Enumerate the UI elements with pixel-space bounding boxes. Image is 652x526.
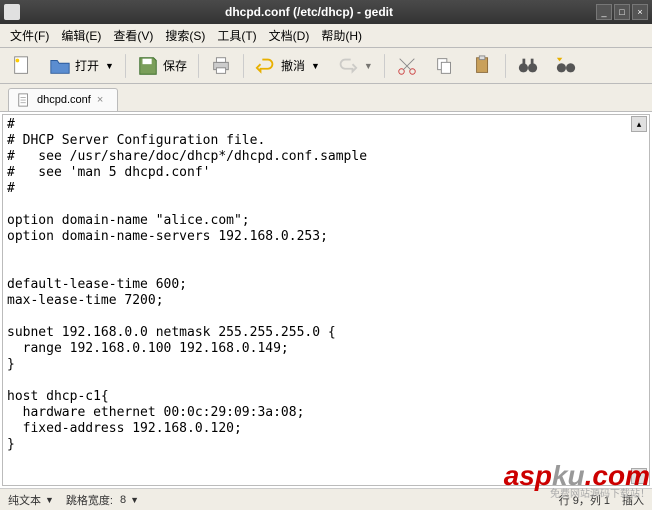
folder-open-icon bbox=[49, 55, 71, 77]
close-button[interactable]: × bbox=[632, 4, 648, 20]
menubar: 文件(F) 编辑(E) 查看(V) 搜索(S) 工具(T) 文档(D) 帮助(H… bbox=[0, 24, 652, 48]
find-replace-button[interactable] bbox=[548, 50, 584, 82]
document-icon bbox=[17, 93, 31, 107]
open-button[interactable]: 打开 ▼ bbox=[42, 50, 121, 82]
redo-icon bbox=[336, 55, 358, 77]
save-button[interactable]: 保存 bbox=[130, 50, 194, 82]
undo-icon bbox=[255, 55, 277, 77]
chevron-down-icon: ▼ bbox=[105, 61, 114, 71]
new-file-icon bbox=[11, 55, 33, 77]
cut-button[interactable] bbox=[389, 50, 425, 82]
printer-icon bbox=[210, 55, 232, 77]
separator bbox=[125, 54, 126, 78]
menu-tools[interactable]: 工具(T) bbox=[211, 25, 262, 46]
tabbar: dhcpd.conf × bbox=[0, 84, 652, 112]
chevron-down-icon: ▼ bbox=[45, 495, 54, 505]
menu-view[interactable]: 查看(V) bbox=[107, 25, 159, 46]
tab-close-icon[interactable]: × bbox=[97, 94, 109, 106]
window-titlebar: dhcpd.conf (/etc/dhcp) - gedit _ □ × bbox=[0, 0, 652, 24]
minimize-button[interactable]: _ bbox=[596, 4, 612, 20]
find-replace-icon bbox=[555, 55, 577, 77]
insert-mode: 插入 bbox=[622, 492, 644, 508]
save-label: 保存 bbox=[163, 57, 187, 74]
text-editor[interactable]: # # DHCP Server Configuration file. # se… bbox=[2, 114, 650, 486]
open-label: 打开 bbox=[75, 57, 99, 74]
separator bbox=[384, 54, 385, 78]
menu-documents[interactable]: 文档(D) bbox=[263, 25, 316, 46]
find-button[interactable] bbox=[510, 50, 546, 82]
copy-button[interactable] bbox=[427, 50, 463, 82]
chevron-down-icon: ▼ bbox=[130, 495, 139, 505]
menu-file[interactable]: 文件(F) bbox=[4, 25, 55, 46]
scroll-down-button[interactable]: ▾ bbox=[631, 468, 647, 484]
paste-icon bbox=[472, 55, 494, 77]
maximize-button[interactable]: □ bbox=[614, 4, 630, 20]
tabwidth-selector[interactable]: 跳格宽度: 8▼ bbox=[66, 492, 139, 508]
paste-button[interactable] bbox=[465, 50, 501, 82]
new-button[interactable] bbox=[4, 50, 40, 82]
print-button[interactable] bbox=[203, 50, 239, 82]
chevron-down-icon: ▼ bbox=[311, 61, 320, 71]
tab-label: dhcpd.conf bbox=[37, 94, 91, 106]
separator bbox=[198, 54, 199, 78]
editor-content[interactable]: # # DHCP Server Configuration file. # se… bbox=[3, 115, 649, 455]
save-icon bbox=[137, 55, 159, 77]
menu-help[interactable]: 帮助(H) bbox=[315, 25, 368, 46]
undo-label: 撤消 bbox=[281, 57, 305, 74]
statusbar: 纯文本▼ 跳格宽度: 8▼ 行 9，列 1 插入 bbox=[0, 488, 652, 510]
separator bbox=[243, 54, 244, 78]
chevron-down-icon: ▼ bbox=[364, 61, 373, 71]
menu-edit[interactable]: 编辑(E) bbox=[55, 25, 107, 46]
toolbar: 打开 ▼ 保存 撤消 ▼ ▼ bbox=[0, 48, 652, 84]
scissors-icon bbox=[396, 55, 418, 77]
redo-button[interactable]: ▼ bbox=[329, 50, 380, 82]
document-tab[interactable]: dhcpd.conf × bbox=[8, 88, 118, 111]
window-title: dhcpd.conf (/etc/dhcp) - gedit bbox=[24, 5, 594, 19]
separator bbox=[505, 54, 506, 78]
app-icon bbox=[4, 4, 20, 20]
binoculars-icon bbox=[517, 55, 539, 77]
scroll-up-button[interactable]: ▴ bbox=[631, 116, 647, 132]
undo-button[interactable]: 撤消 ▼ bbox=[248, 50, 327, 82]
copy-icon bbox=[434, 55, 456, 77]
menu-search[interactable]: 搜索(S) bbox=[159, 25, 211, 46]
cursor-position: 行 9，列 1 bbox=[559, 492, 610, 508]
syntax-selector[interactable]: 纯文本▼ bbox=[8, 492, 54, 508]
